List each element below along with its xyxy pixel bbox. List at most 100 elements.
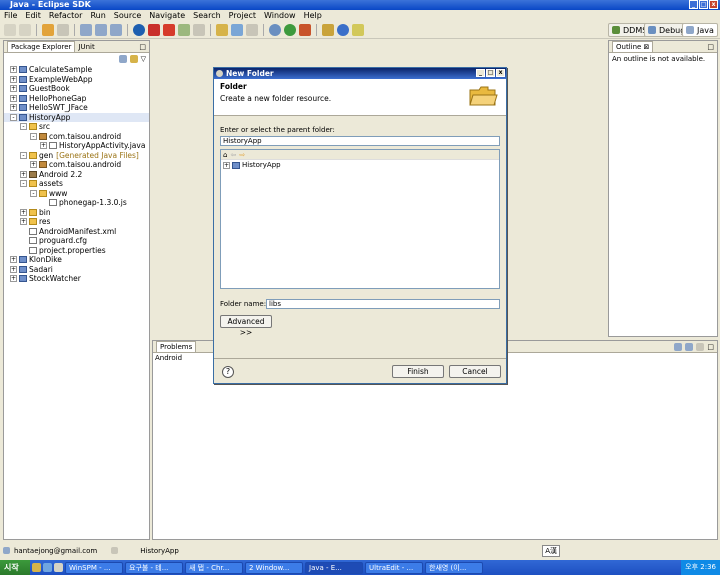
search-icon[interactable] [322, 23, 334, 36]
dialog-minimize-button[interactable]: _ [476, 69, 485, 77]
new-package-icon[interactable] [110, 23, 122, 36]
expand-toggle-icon[interactable]: + [10, 275, 17, 283]
menu-help[interactable]: Help [304, 10, 322, 21]
dialog-maximize-button[interactable]: □ [486, 69, 495, 77]
tab-outline[interactable]: Outline ⊠ [612, 41, 654, 52]
expand-toggle-icon[interactable]: + [10, 75, 17, 83]
advanced-button[interactable]: Advanced >> [220, 315, 272, 337]
outline-maximize-icon[interactable]: □ [707, 43, 714, 51]
back-icon[interactable] [42, 23, 54, 36]
quicklaunch-icon[interactable] [32, 563, 41, 572]
help-icon[interactable]: ? [222, 366, 234, 378]
task-windows[interactable]: 2 Window... [245, 561, 303, 574]
tree-item[interactable]: + Sadari [4, 265, 149, 275]
forward-nav-icon[interactable]: ⇨ [239, 151, 245, 159]
tab-junit[interactable]: JUnit [78, 43, 94, 51]
open-console-icon[interactable] [696, 342, 705, 351]
minimize-button[interactable]: _ [689, 0, 698, 9]
tree-item[interactable]: + KlonDike [4, 255, 149, 265]
build-icon[interactable] [216, 23, 228, 36]
expand-toggle-icon[interactable]: + [20, 170, 27, 178]
tree-item[interactable]: + ExampleWebApp [4, 75, 149, 85]
external-tools-icon[interactable] [299, 23, 311, 36]
new-folder-icon[interactable] [231, 23, 243, 36]
expand-toggle-icon[interactable]: - [20, 123, 27, 131]
folder-tree-item[interactable]: + HistoryApp [221, 160, 499, 170]
expand-toggle-icon[interactable]: + [10, 66, 17, 74]
view-menu-icon[interactable]: ▽ [141, 55, 146, 63]
tree-item[interactable]: - gen [Generated Java Files] [4, 151, 149, 161]
debug-icon[interactable] [269, 23, 281, 36]
start-button[interactable]: 시작 [0, 560, 30, 575]
expand-toggle-icon[interactable]: + [10, 256, 17, 264]
avd-manager-icon[interactable] [193, 23, 205, 36]
open-type-icon[interactable] [80, 23, 92, 36]
expand-toggle-icon[interactable]: - [10, 113, 17, 121]
tree-item[interactable]: + bin [4, 208, 149, 218]
tree-item[interactable]: + GuestBook [4, 84, 149, 94]
tree-item[interactable]: - src [4, 122, 149, 132]
fast-view-icon[interactable] [111, 547, 119, 554]
back-nav-icon[interactable]: ⇦ [230, 151, 236, 159]
tree-item[interactable]: project.properties [4, 246, 149, 256]
open-folder-icon[interactable] [246, 23, 258, 36]
expand-toggle-icon[interactable]: + [30, 161, 37, 169]
expand-toggle-icon[interactable]: - [20, 151, 27, 159]
task-messenger[interactable]: 한새영 (이... [425, 561, 483, 574]
cancel-button[interactable]: Cancel [449, 365, 501, 378]
tab-package-explorer[interactable]: Package Explorer [7, 41, 76, 52]
parent-folder-field[interactable]: HistoryApp [220, 136, 500, 146]
perspective-java[interactable]: Java [682, 23, 718, 37]
tree-item[interactable]: - com.taisou.android [4, 132, 149, 142]
menu-navigate[interactable]: Navigate [149, 10, 185, 21]
forward-icon[interactable] [57, 23, 69, 36]
globe-icon[interactable] [133, 23, 145, 36]
menu-project[interactable]: Project [229, 10, 256, 21]
tree-item[interactable]: + com.taisou.android [4, 160, 149, 170]
tree-item[interactable]: + HistoryAppActivity.java [4, 141, 149, 151]
expand-toggle-icon[interactable]: - [30, 189, 37, 197]
maximize-view-icon[interactable]: □ [139, 43, 146, 51]
quicklaunch-desktop-icon[interactable] [54, 563, 63, 572]
finish-button[interactable]: Finish [392, 365, 444, 378]
annotation-icon[interactable] [352, 23, 364, 36]
expand-toggle-icon[interactable]: + [10, 265, 17, 273]
menu-refactor[interactable]: Refactor [49, 10, 83, 21]
pin-console-icon[interactable] [685, 342, 694, 351]
folder-name-field[interactable]: libs [266, 299, 500, 309]
console-display-icon[interactable] [674, 342, 683, 351]
menu-edit[interactable]: Edit [25, 10, 41, 21]
expand-toggle-icon[interactable]: + [10, 85, 17, 93]
expand-toggle-icon[interactable]: + [40, 142, 47, 150]
save-icon[interactable] [19, 23, 31, 36]
tab-problems[interactable]: Problems [156, 341, 197, 352]
expand-toggle-icon[interactable]: + [10, 104, 17, 112]
tree-item[interactable]: - assets [4, 179, 149, 189]
dialog-close-button[interactable]: x [496, 69, 505, 77]
menu-window[interactable]: Window [264, 10, 296, 21]
android-sdk-icon[interactable] [178, 23, 190, 36]
new-class-icon[interactable] [95, 23, 107, 36]
task-winspm[interactable]: WinSPM - ... [65, 561, 123, 574]
tree-item[interactable]: + res [4, 217, 149, 227]
expand-toggle-icon[interactable]: + [20, 218, 27, 226]
tree-item[interactable]: + HelloPhoneGap [4, 94, 149, 104]
quicklaunch-ie-icon[interactable] [43, 563, 52, 572]
close-button[interactable]: x [709, 0, 718, 9]
collapse-all-icon[interactable] [118, 55, 127, 63]
ime-indicator[interactable]: A漢 [542, 544, 560, 557]
task-chrome[interactable]: 새 탭 - Chr... [185, 561, 243, 574]
tree-item[interactable]: + StockWatcher [4, 274, 149, 284]
tree-item[interactable]: + HelloSWT_JFace [4, 103, 149, 113]
expand-toggle-icon[interactable]: + [10, 94, 17, 102]
home-icon[interactable]: ⌂ [223, 151, 227, 159]
tree-item[interactable]: proguard.cfg [4, 236, 149, 246]
expand-toggle-icon[interactable]: - [30, 132, 37, 140]
task-bank[interactable]: 요구불 - 테... [125, 561, 183, 574]
tree-item[interactable]: - HistoryApp [4, 112, 149, 122]
run-icon[interactable] [284, 23, 296, 36]
google-icon[interactable] [337, 23, 349, 36]
task-java[interactable]: Java - E... [305, 561, 363, 574]
menu-run[interactable]: Run [90, 10, 105, 21]
task-ultraedit[interactable]: UltraEdit - ... [365, 561, 423, 574]
